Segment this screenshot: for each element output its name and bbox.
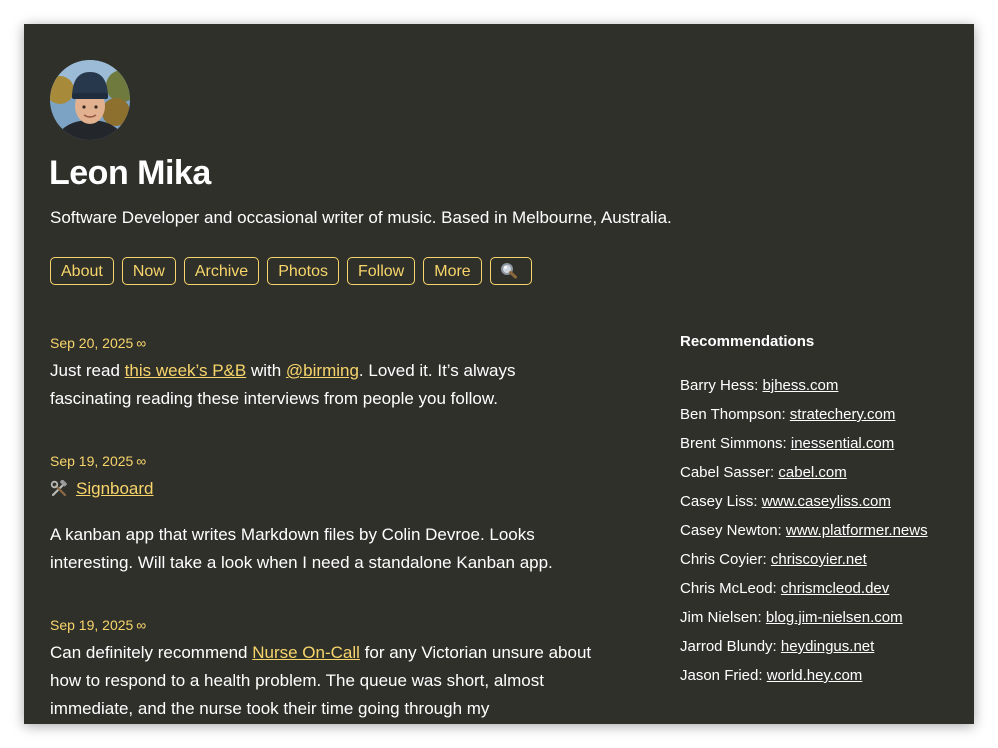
recommendation-link[interactable]: www.caseyliss.com — [762, 493, 891, 510]
recommendation-item: Casey Newton: www.platformer.news — [680, 516, 970, 545]
post-date-text: Sep 19, 2025 — [50, 453, 134, 469]
post-item: Sep 20, 2025 ∞ Just read this week’s P&B … — [50, 333, 595, 413]
recommendation-name: Jason Fried: — [680, 667, 763, 684]
nav-follow-button[interactable]: Follow — [347, 257, 416, 285]
recommendation-link[interactable]: bjhess.com — [763, 377, 839, 394]
post-text: with — [246, 361, 286, 380]
permalink-icon[interactable]: ∞ — [136, 453, 146, 469]
recommendation-name: Jim Nielsen: — [680, 609, 762, 626]
search-button[interactable] — [489, 257, 532, 285]
post-date[interactable]: Sep 19, 2025 ∞ — [50, 615, 595, 635]
main-nav: About Now Archive Photos Follow More — [50, 257, 532, 285]
recommendations-heading: Recommendations — [680, 333, 815, 350]
post-link-mention[interactable]: @birming — [286, 361, 359, 380]
recommendation-link[interactable]: blog.jim-nielsen.com — [766, 609, 903, 626]
post-body: Can definitely recommend Nurse On-Call f… — [50, 639, 595, 723]
recommendation-link[interactable]: inessential.com — [791, 435, 894, 452]
nav-now-button[interactable]: Now — [121, 257, 176, 285]
recommendation-item: Jason Fried: world.hey.com — [680, 661, 970, 690]
post-item: Sep 19, 2025 ∞ Can definitely recommend N… — [50, 615, 595, 723]
post-date-text: Sep 19, 2025 — [50, 617, 134, 633]
recommendation-link[interactable]: www.platformer.news — [786, 522, 928, 539]
post-text: Just read — [50, 361, 125, 380]
post-title-link[interactable]: Signboard — [76, 475, 154, 503]
permalink-icon[interactable]: ∞ — [136, 335, 146, 351]
nav-archive-button[interactable]: Archive — [183, 257, 260, 285]
recommendation-link[interactable]: stratechery.com — [790, 406, 896, 423]
post-date[interactable]: Sep 19, 2025 ∞ — [50, 451, 595, 471]
sidebar: Recommendations Barry Hess: bjhess.com B… — [680, 332, 970, 690]
site-tagline: Software Developer and occasional writer… — [50, 208, 672, 227]
avatar-image — [50, 60, 130, 140]
post-date[interactable]: Sep 20, 2025 ∞ — [50, 333, 595, 353]
recommendation-item: Cabel Sasser: cabel.com — [680, 458, 970, 487]
recommendation-item: Ben Thompson: stratechery.com — [680, 400, 970, 429]
recommendation-link[interactable]: chrismcleod.dev — [781, 580, 889, 597]
nav-photos-button[interactable]: Photos — [267, 257, 339, 285]
post-date-text: Sep 20, 2025 — [50, 335, 134, 351]
recommendation-link[interactable]: chriscoyier.net — [771, 551, 867, 568]
recommendation-name: Chris McLeod: — [680, 580, 777, 597]
permalink-icon[interactable]: ∞ — [136, 617, 146, 633]
post-list: Sep 20, 2025 ∞ Just read this week’s P&B … — [50, 333, 595, 723]
nav-more-button[interactable]: More — [423, 257, 482, 285]
post-title-row: Signboard — [50, 475, 595, 503]
recommendation-item: Chris McLeod: chrismcleod.dev — [680, 574, 970, 603]
recommendation-name: Ben Thompson: — [680, 406, 786, 423]
post-body: Just read this week’s P&B with @birming.… — [50, 357, 595, 413]
avatar[interactable] — [50, 60, 130, 140]
recommendation-item: Jim Nielsen: blog.jim-nielsen.com — [680, 603, 970, 632]
page-window: Leon Mika Software Developer and occasio… — [24, 24, 974, 724]
post-link-nurse-on-call[interactable]: Nurse On-Call — [252, 643, 360, 662]
post-item: Sep 19, 2025 ∞ Signboard A kanban app tha… — [50, 451, 595, 577]
recommendation-link[interactable]: world.hey.com — [767, 667, 863, 684]
recommendation-item: Casey Liss: www.caseyliss.com — [680, 487, 970, 516]
recommendation-name: Jarrod Blundy: — [680, 638, 777, 655]
recommendation-name: Barry Hess: — [680, 377, 759, 394]
recommendation-name: Casey Liss: — [680, 493, 758, 510]
recommendation-item: Chris Coyier: chriscoyier.net — [680, 545, 970, 574]
recommendation-link[interactable]: heydingus.net — [781, 638, 874, 655]
nav-about-button[interactable]: About — [50, 257, 114, 285]
hammer-and-wrench-icon — [50, 480, 67, 497]
post-body: A kanban app that writes Markdown files … — [50, 521, 595, 577]
recommendation-name: Casey Newton: — [680, 522, 782, 539]
post-text: Can definitely recommend — [50, 643, 253, 662]
magnifying-glass-icon — [500, 263, 517, 279]
recommendation-item: Barry Hess: bjhess.com — [680, 371, 970, 400]
recommendation-name: Brent Simmons: — [680, 435, 787, 452]
recommendation-link[interactable]: cabel.com — [778, 464, 846, 481]
recommendation-name: Chris Coyier: — [680, 551, 767, 568]
post-link-pb[interactable]: this week’s P&B — [125, 361, 247, 380]
recommendation-item: Brent Simmons: inessential.com — [680, 429, 970, 458]
recommendation-name: Cabel Sasser: — [680, 464, 775, 481]
recommendation-item: Jarrod Blundy: heydingus.net — [680, 632, 970, 661]
post-text: A kanban app that writes Markdown files … — [50, 525, 553, 572]
site-title[interactable]: Leon Mika — [49, 154, 211, 193]
